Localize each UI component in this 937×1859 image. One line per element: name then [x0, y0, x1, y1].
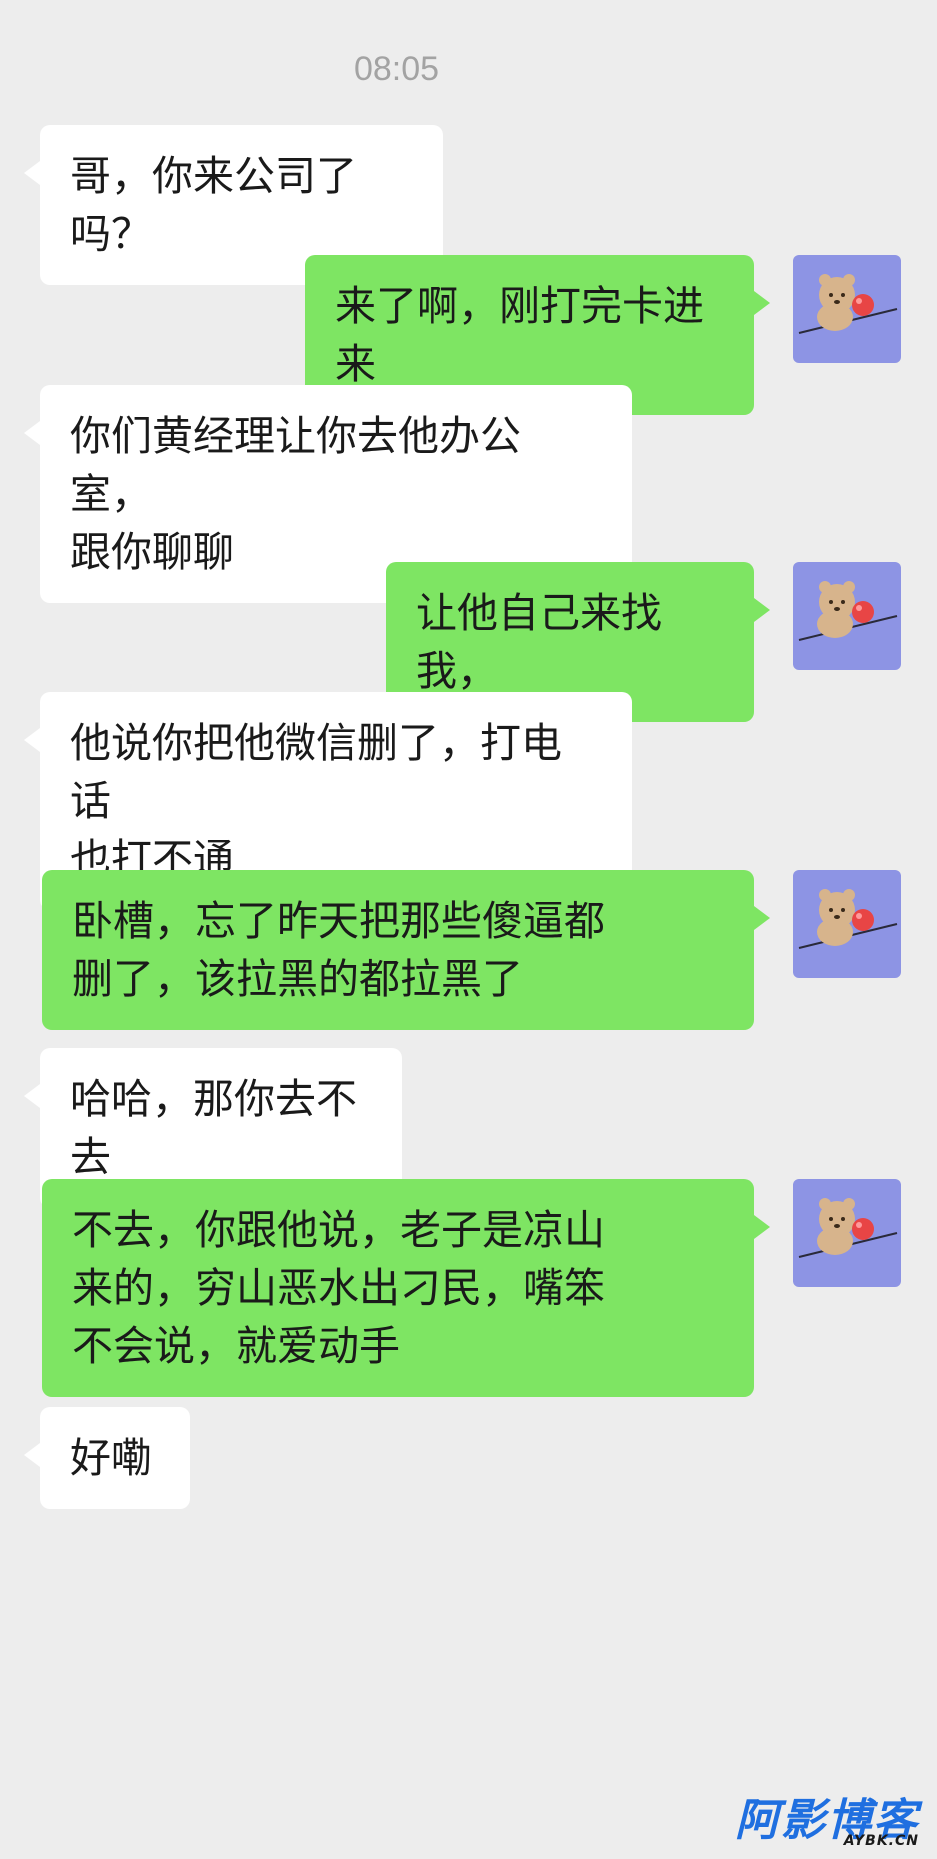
message-bubble-incoming[interactable]: 好嘞: [24, 1407, 190, 1509]
user-avatar[interactable]: [793, 562, 901, 670]
watermark-logo: 阿影博客 AYBK.CN: [735, 1797, 919, 1850]
timestamp: 08:05: [353, 50, 440, 88]
bear-avatar-icon: [798, 581, 898, 641]
message-bubble-outgoing[interactable]: 不去，你跟他说，老子是凉山 来的，穷山恶水出刁民，嘴笨 不会说，就爱动手: [42, 1179, 770, 1397]
bear-avatar-icon: [798, 1198, 898, 1258]
user-avatar[interactable]: [793, 870, 901, 978]
bear-avatar-icon: [798, 889, 898, 949]
bear-avatar-icon: [798, 274, 898, 334]
user-avatar[interactable]: [793, 1179, 901, 1287]
user-avatar[interactable]: [793, 255, 901, 363]
message-bubble-outgoing[interactable]: 卧槽，忘了昨天把那些傻逼都 删了，该拉黑的都拉黑了: [42, 870, 770, 1030]
